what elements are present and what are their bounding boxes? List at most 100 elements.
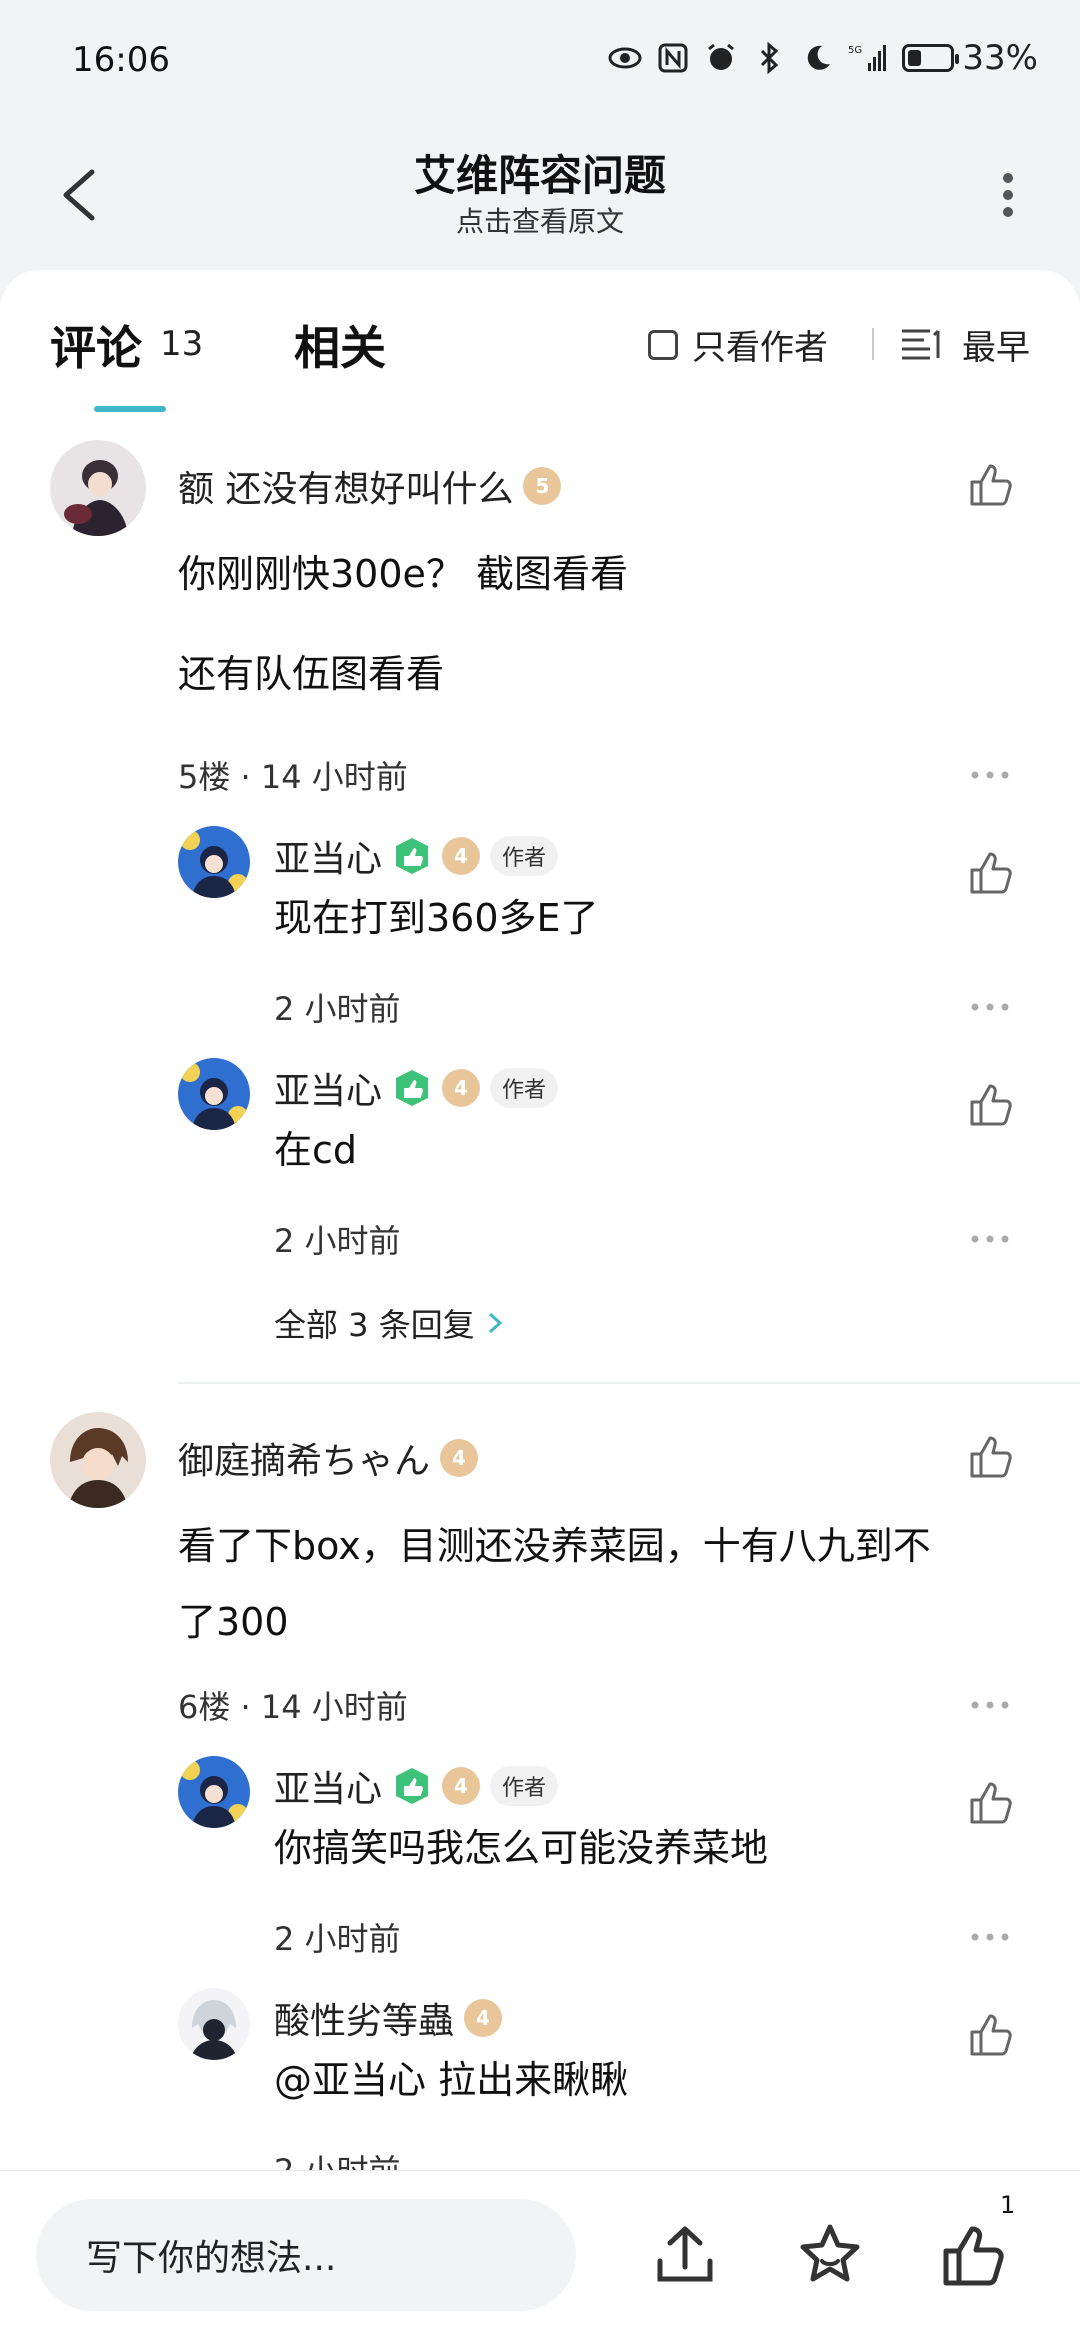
sort-button[interactable]: 最早 [900, 320, 1030, 369]
chevron-right-icon [488, 1312, 502, 1334]
only-author-label: 只看作者 [692, 328, 828, 368]
svg-text:5G: 5G [848, 45, 862, 56]
more-dots-icon[interactable] [970, 1932, 1010, 1942]
username-text: 亚当心 [274, 839, 383, 880]
status-bar: 16:06 5G 33% [0, 0, 1080, 120]
comment-text: 看了下box，目测还没养菜园，十有八九到不 [178, 1524, 931, 1568]
comments-count: 13 [160, 324, 204, 364]
avatar[interactable] [178, 1058, 250, 1130]
level-badge: 5 [523, 467, 562, 505]
reply-time: 2 小时前 [274, 2146, 401, 2170]
avatar[interactable] [50, 1412, 146, 1508]
verified-badge-icon [396, 838, 429, 874]
level-badge: 4 [442, 837, 481, 875]
comment-meta: 6楼 · 14 小时前 [178, 1688, 408, 1726]
thumbs-up-icon[interactable] [966, 1432, 1016, 1482]
more-dots-icon[interactable] [970, 770, 1010, 780]
verified-badge-icon [396, 1070, 429, 1106]
only-author-toggle[interactable]: 只看作者 [648, 320, 828, 369]
username-text: 御庭摘希ちゃん [178, 1441, 431, 1482]
comment-meta: 5楼 · 14 小时前 [178, 758, 408, 796]
comments-card: 评论 13 相关 只看作者 最早 额 还没有想好叫什么 5 你刚刚快300e？ … [0, 270, 1080, 2170]
more-dots-icon[interactable] [970, 1002, 1010, 1012]
comment-text: 了300 [178, 1600, 289, 1644]
sort-icon [902, 329, 940, 359]
comment-input-placeholder: 写下你的想法... [86, 2238, 337, 2279]
like-count: 1 [1000, 2191, 1016, 2219]
username-text: 亚当心 [274, 1769, 383, 1810]
favorite-icon[interactable] [795, 2221, 865, 2291]
comment-input[interactable]: 写下你的想法... [36, 2199, 576, 2311]
thumbs-up-icon[interactable] [966, 1080, 1016, 1130]
username-text: 酸性劣等蟲 [274, 2001, 455, 2042]
top-header: 艾维阵容问题 点击查看原文 [0, 120, 1080, 270]
view-original-link[interactable]: 点击查看原文 [0, 200, 1080, 240]
thumbs-up-icon[interactable] [966, 2010, 1016, 2060]
level-badge: 4 [442, 1767, 481, 1805]
comment-username[interactable]: 御庭摘希ちゃん 4 [178, 1432, 479, 1484]
author-tag: 作者 [490, 1068, 559, 1108]
tab-related[interactable]: 相关 [294, 312, 386, 378]
more-options-icon[interactable] [988, 160, 1028, 230]
battery-percent: 33% [962, 38, 1038, 78]
floor-number: 5楼 [178, 758, 231, 796]
page-title: 艾维阵容问题 [413, 151, 666, 200]
author-tag: 作者 [490, 1766, 559, 1806]
checkbox-icon[interactable] [648, 329, 678, 360]
reply-text: 你搞笑吗我怎么可能没养菜地 [274, 1826, 769, 1870]
author-tag: 作者 [490, 836, 559, 876]
level-badge: 4 [440, 1439, 479, 1477]
thumbs-up-icon[interactable] [966, 1778, 1016, 1828]
comment-text: 你刚刚快300e？ 截图看看 [178, 552, 628, 596]
bluetooth-icon [761, 41, 779, 75]
reply-time: 2 小时前 [274, 1222, 401, 1260]
avatar[interactable] [178, 1988, 250, 2060]
sort-label: 最早 [962, 328, 1030, 368]
floor-number: 6楼 [178, 1688, 231, 1726]
signal-icon: 5G [848, 45, 887, 71]
bottom-action-bar: 写下你的想法... 1 [0, 2170, 1080, 2341]
comment-username[interactable]: 额 还没有想好叫什么 5 [178, 460, 562, 512]
reply-username[interactable]: 酸性劣等蟲 4 [274, 1992, 503, 2044]
moon-icon [808, 45, 831, 70]
level-badge: 4 [464, 1999, 503, 2037]
reply-username[interactable]: 亚当心 4 作者 [274, 830, 559, 882]
reply-text: @亚当心 拉出来瞅瞅 [274, 2058, 629, 2102]
avatar[interactable] [178, 1756, 250, 1828]
active-tab-indicator [94, 406, 166, 412]
like-post-icon[interactable] [938, 2221, 1008, 2291]
battery: 33% [902, 38, 1038, 78]
reply-text: 在cd [274, 1128, 358, 1172]
comment-time: 14 小时前 [260, 1688, 408, 1726]
tab-comments[interactable]: 评论 [50, 312, 142, 378]
comment-text: 还有队伍图看看 [178, 652, 445, 696]
more-dots-icon[interactable] [970, 1700, 1010, 1710]
nfc-icon [658, 43, 688, 73]
tab-bar: 评论 13 相关 只看作者 最早 [0, 270, 1080, 430]
all-replies-link[interactable]: 全部 3 条回复 [274, 1300, 505, 1346]
comment-divider [178, 1382, 1080, 1384]
divider [872, 328, 874, 360]
battery-icon [902, 44, 960, 72]
eye-icon [608, 47, 642, 69]
reply-text: 现在打到360多E了 [274, 896, 599, 940]
status-time: 16:06 [72, 40, 170, 80]
avatar[interactable] [50, 440, 146, 536]
level-badge: 4 [442, 1069, 481, 1107]
alarm-icon [708, 43, 735, 70]
reply-username[interactable]: 亚当心 4 作者 [274, 1062, 559, 1114]
username-text: 额 还没有想好叫什么 [178, 469, 514, 510]
avatar[interactable] [178, 826, 250, 898]
status-icons: 5G 33% [608, 38, 1038, 78]
thumbs-up-icon[interactable] [966, 460, 1016, 510]
more-dots-icon[interactable] [970, 1234, 1010, 1244]
reply-username[interactable]: 亚当心 4 作者 [274, 1760, 559, 1812]
reply-time: 2 小时前 [274, 990, 401, 1028]
verified-badge-icon [396, 1768, 429, 1804]
reply-time: 2 小时前 [274, 1920, 401, 1958]
all-replies-label: 全部 3 条回复 [274, 1306, 475, 1344]
share-icon[interactable] [650, 2221, 720, 2291]
comment-time: 14 小时前 [260, 758, 408, 796]
thumbs-up-icon[interactable] [966, 848, 1016, 898]
username-text: 亚当心 [274, 1071, 383, 1112]
